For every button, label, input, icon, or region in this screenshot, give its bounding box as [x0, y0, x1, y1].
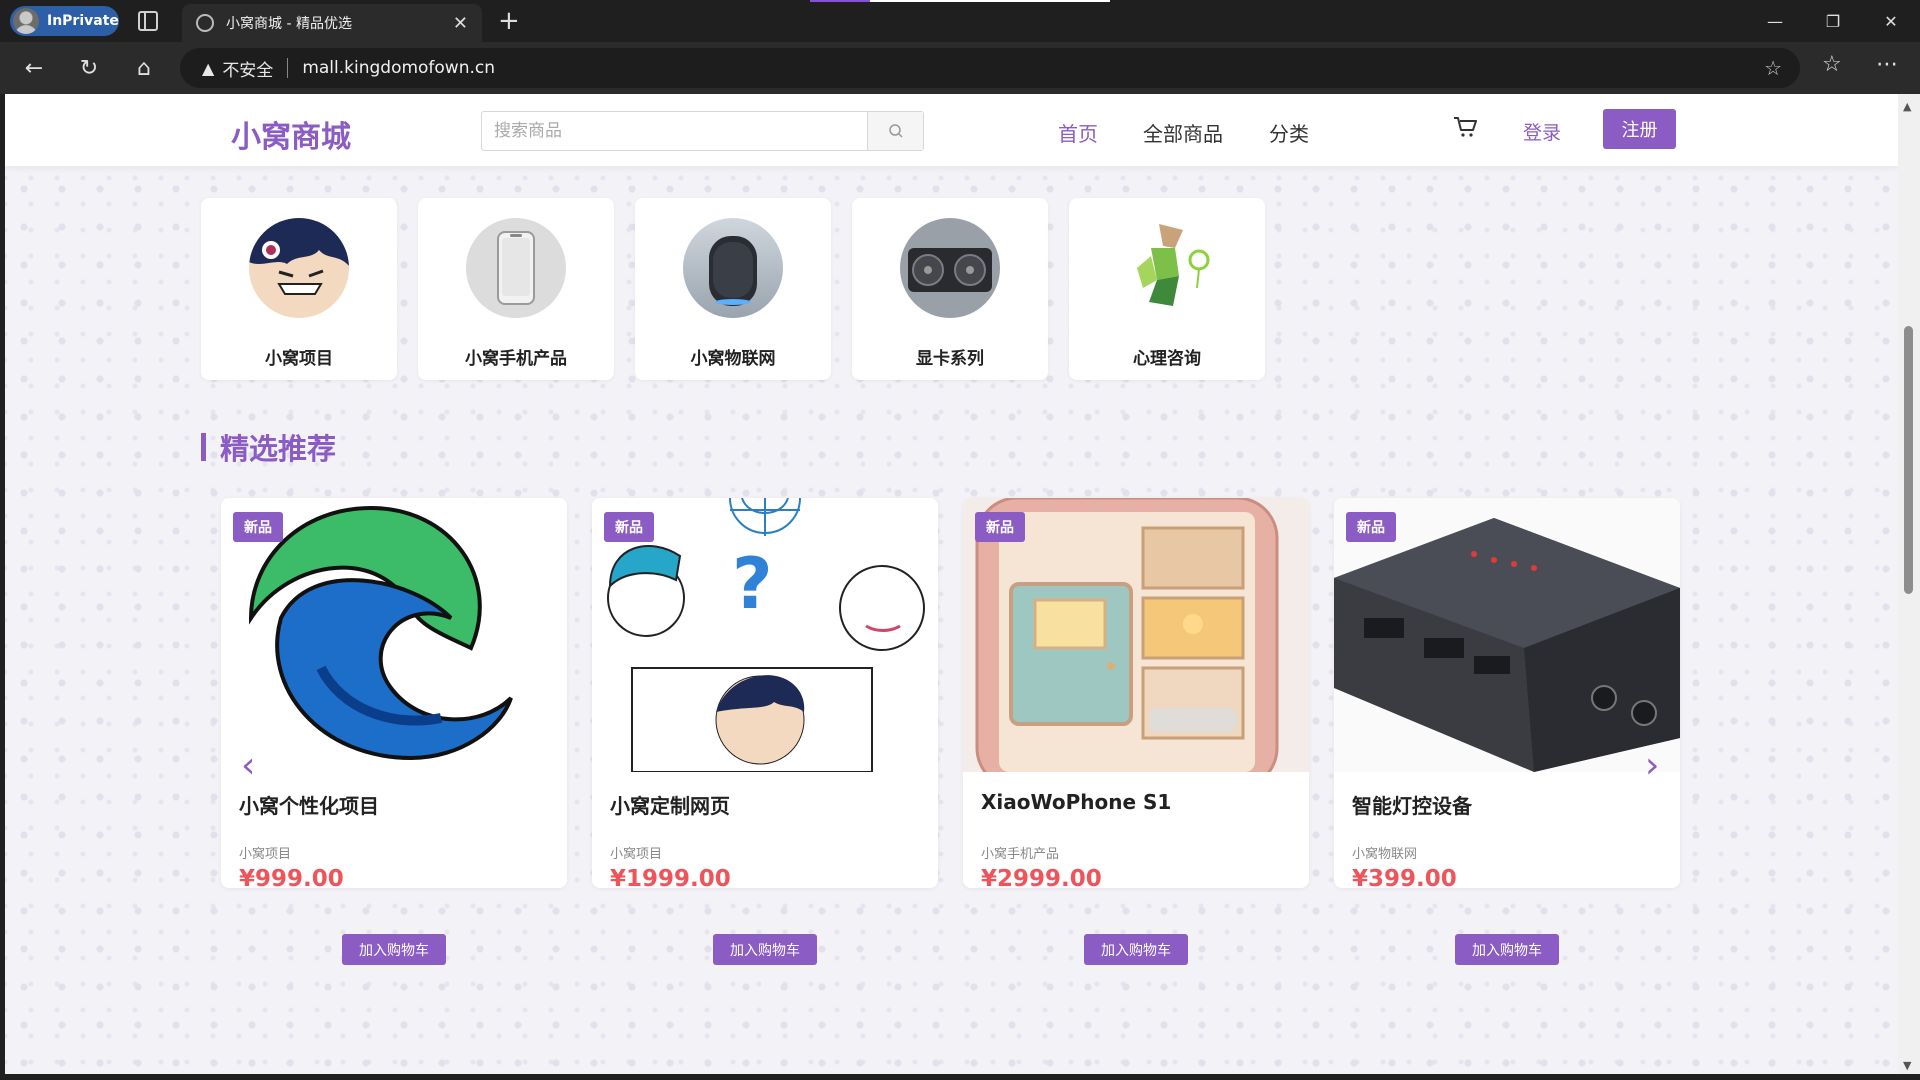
category-name: 小窝物联网 [690, 349, 776, 369]
graphics-card-icon [900, 218, 1000, 318]
product-category: 小窝项目 [239, 847, 292, 862]
login-link[interactable]: 登录 [1523, 118, 1561, 145]
favorite-star-icon[interactable]: ☆ [1764, 56, 1782, 80]
section-title-bar [201, 433, 206, 461]
product-card[interactable]: 新品 XiaoWoPhone S1 小窝手机产品 ¥2999.00 [963, 498, 1309, 888]
profile-avatar-icon [13, 8, 39, 34]
tab-close-icon[interactable]: ✕ [453, 13, 468, 34]
page-scrollbar[interactable]: ▲ ▼ [1898, 94, 1920, 1074]
category-name: 小窝项目 [265, 349, 333, 369]
section-title: 精选推荐 [201, 430, 336, 466]
site-logo[interactable]: 小窝商城 [231, 112, 351, 156]
scroll-down-icon[interactable]: ▼ [1903, 1059, 1911, 1072]
product-price: ¥399.00 [1352, 866, 1457, 888]
nav-all-products[interactable]: 全部商品 [1143, 118, 1223, 147]
category-card[interactable]: 小窝物联网 [635, 198, 831, 380]
product-card[interactable]: 新品 小窝个性化项目 小窝项目 ¥999.00 [221, 498, 567, 888]
lowpoly-figure-icon [1117, 218, 1217, 318]
browser-titlebar: InPrivate 小窝商城 - 精品优选 ✕ + — ❐ ✕ [0, 0, 1920, 42]
category-name: 小窝手机产品 [465, 349, 567, 369]
add-to-cart-button[interactable]: 加入购物车 [1455, 934, 1559, 965]
back-icon[interactable]: ← [18, 52, 50, 84]
product-price: ¥1999.00 [610, 866, 731, 888]
category-card[interactable]: 小窝手机产品 [418, 198, 614, 380]
smart-speaker-icon [683, 218, 783, 318]
insecure-label[interactable]: 不安全 [222, 56, 273, 81]
browser-toolbar: ← ↻ ⌂ ▲ 不安全 mall.kingdomofown.cn ☆ ☆ ⋯ [0, 42, 1920, 94]
product-category: 小窝物联网 [1352, 847, 1418, 862]
browser-tab[interactable]: 小窝商城 - 精品优选 ✕ [182, 4, 482, 42]
page-viewport: 小窝商城 首页 全部商品 分类 登录 注册 [5, 94, 1898, 1074]
address-divider [287, 58, 289, 78]
window-bottom-edge [0, 1074, 1920, 1080]
site-header: 小窝商城 首页 全部商品 分类 登录 注册 [5, 94, 1898, 166]
inprivate-label: InPrivate [47, 13, 119, 29]
product-price: ¥2999.00 [981, 866, 1102, 888]
new-badge: 新品 [975, 512, 1025, 542]
product-name[interactable]: 小窝个性化项目 [239, 790, 379, 819]
inprivate-profile-button[interactable]: InPrivate [10, 6, 119, 36]
new-badge: 新品 [604, 512, 654, 542]
tab-favicon-icon [196, 14, 214, 32]
register-button[interactable]: 注册 [1603, 109, 1676, 149]
product-price: ¥999.00 [239, 866, 344, 888]
add-to-cart-button[interactable]: 加入购物车 [1084, 934, 1188, 965]
product-image: 新品 [963, 498, 1309, 772]
address-bar[interactable]: ▲ 不安全 mall.kingdomofown.cn ☆ [180, 48, 1800, 88]
more-menu-icon[interactable]: ⋯ [1876, 52, 1898, 77]
product-image: ? 新品 [592, 498, 938, 772]
nav-home[interactable]: 首页 [1058, 118, 1098, 147]
new-badge: 新品 [1346, 512, 1396, 542]
refresh-icon[interactable]: ↻ [73, 52, 105, 84]
product-category: 小窝项目 [610, 847, 663, 862]
scroll-up-icon[interactable]: ▲ [1903, 100, 1911, 113]
product-name[interactable]: 小窝定制网页 [610, 790, 730, 819]
favorites-icon[interactable]: ☆ [1822, 52, 1842, 77]
restore-icon[interactable]: ❐ [1804, 0, 1862, 42]
section-title-text: 精选推荐 [220, 432, 337, 466]
scrollbar-thumb[interactable] [1904, 326, 1913, 594]
add-to-cart-button[interactable]: 加入购物车 [713, 934, 817, 965]
tab-title: 小窝商城 - 精品优选 [226, 16, 352, 32]
search-icon [888, 124, 903, 138]
url-text[interactable]: mall.kingdomofown.cn [302, 58, 495, 78]
tab-actions-icon[interactable] [138, 11, 158, 31]
product-card[interactable]: ? 新品 小窝定制网页 小窝项目 ¥1999.00 [592, 498, 938, 888]
add-to-cart-button[interactable]: 加入购物车 [342, 934, 446, 965]
category-name: 显卡系列 [916, 349, 984, 369]
category-card[interactable]: 小窝项目 [201, 198, 397, 380]
search-box [481, 111, 924, 151]
category-name: 心理咨询 [1133, 349, 1201, 369]
window-close-icon[interactable]: ✕ [1862, 0, 1920, 42]
carousel-next-icon[interactable]: › [1645, 748, 1667, 784]
nav-categories[interactable]: 分类 [1269, 118, 1309, 147]
cart-icon[interactable] [1452, 114, 1478, 140]
product-name[interactable]: XiaoWoPhone S1 [981, 790, 1171, 814]
svg-text:?: ? [732, 543, 773, 625]
phone-icon [466, 218, 566, 318]
product-image: 新品 [221, 498, 567, 772]
warning-icon[interactable]: ▲ [202, 59, 214, 78]
search-input[interactable] [482, 112, 867, 150]
category-card[interactable]: 显卡系列 [852, 198, 1048, 380]
product-image: 新品 [1334, 498, 1680, 772]
search-button[interactable] [867, 112, 923, 150]
new-tab-icon[interactable]: + [498, 6, 520, 36]
product-card[interactable]: 新品 智能灯控设备 小窝物联网 ¥399.00 [1334, 498, 1680, 888]
home-icon[interactable]: ⌂ [128, 52, 160, 84]
window-controls: — ❐ ✕ [1746, 0, 1920, 42]
product-name[interactable]: 智能灯控设备 [1352, 790, 1472, 819]
media-indicator [810, 0, 1110, 2]
new-badge: 新品 [233, 512, 283, 542]
minimize-icon[interactable]: — [1746, 0, 1804, 42]
category-card[interactable]: 心理咨询 [1069, 198, 1265, 380]
product-category: 小窝手机产品 [981, 847, 1060, 862]
avatar-character-icon [249, 218, 349, 318]
carousel-prev-icon[interactable]: ‹ [241, 748, 263, 784]
